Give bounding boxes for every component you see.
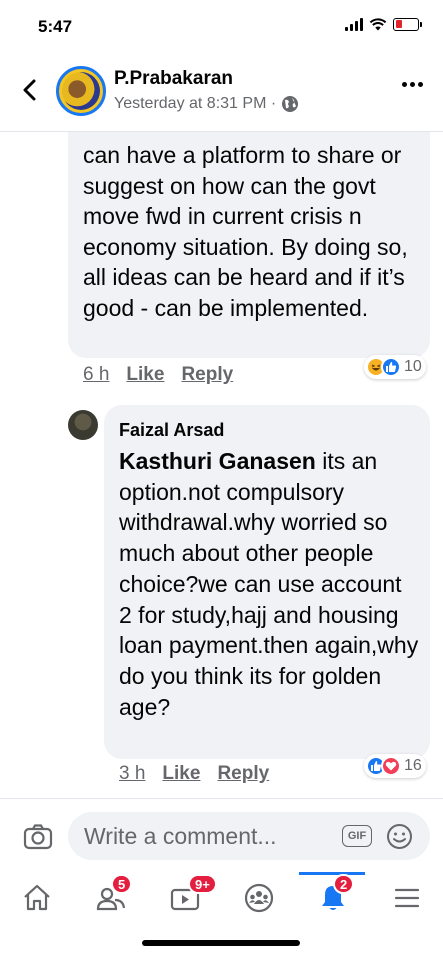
author-name[interactable]: P.Prabakaran	[114, 68, 233, 90]
comment-body: its an option.not compulsory withdrawal.…	[119, 448, 419, 720]
notifications-badge: 2	[333, 874, 355, 894]
watch-badge: 9+	[188, 874, 217, 894]
comment-time[interactable]: 6 h	[83, 364, 109, 386]
mention-link[interactable]: Kasthuri Ganasen	[119, 448, 316, 474]
camera-icon[interactable]	[22, 821, 54, 853]
gif-icon[interactable]: GIF	[342, 825, 372, 847]
comment-actions: 6 h Like Reply	[83, 364, 233, 386]
reaction-count: 16	[404, 757, 422, 774]
status-time: 5:47	[38, 17, 73, 36]
comment-time[interactable]: 3 h	[119, 763, 145, 785]
like-button[interactable]: Like	[162, 763, 200, 785]
menu-icon	[394, 888, 420, 908]
comment-placeholder: Write a comment...	[84, 822, 277, 849]
bottom-navigation: 5 9+ 2	[0, 872, 443, 960]
comment-author[interactable]: Faizal Arsad	[119, 420, 224, 441]
comment-actions: 3 h Like Reply	[119, 763, 269, 785]
nav-menu[interactable]	[370, 872, 443, 924]
nav-home[interactable]	[0, 872, 74, 924]
wifi-icon	[369, 18, 387, 31]
reaction-summary[interactable]: 16	[364, 754, 426, 778]
comment-text: can have a platform to share or suggest …	[83, 142, 408, 321]
like-reaction-icon	[381, 357, 401, 377]
nav-groups[interactable]	[222, 872, 296, 924]
nav-notifications[interactable]: 2	[296, 872, 370, 924]
author-avatar[interactable]	[56, 66, 106, 116]
reaction-count: 10	[404, 358, 422, 375]
home-icon	[24, 884, 50, 911]
commenter-avatar[interactable]	[68, 410, 98, 440]
comment-bubble: can have a platform to share or suggest …	[68, 110, 430, 358]
comment-composer: Write a comment... GIF	[0, 798, 443, 872]
post-header: P.Prabakaran Yesterday at 8:31 PM ·	[0, 56, 443, 132]
globe-icon	[282, 96, 299, 112]
comment-bubble: Faizal Arsad Kasthuri Ganasen its an opt…	[104, 405, 430, 759]
battery-icon	[393, 17, 422, 31]
reaction-summary[interactable]: 10	[364, 355, 426, 379]
comment-input[interactable]: Write a comment...	[68, 812, 430, 860]
friends-badge: 5	[111, 874, 133, 894]
more-options-icon[interactable]	[402, 82, 423, 87]
cellular-signal-icon	[345, 17, 363, 31]
comment-text: Kasthuri Ganasen its an option.not compu…	[119, 446, 419, 722]
post-timestamp[interactable]: Yesterday at 8:31 PM ·	[114, 95, 276, 113]
post-meta: Yesterday at 8:31 PM ·	[114, 95, 299, 113]
nav-friends[interactable]: 5	[74, 872, 148, 924]
love-reaction-icon	[381, 756, 401, 776]
nav-watch[interactable]: 9+	[148, 872, 222, 924]
status-icons	[345, 17, 422, 31]
emoji-icon[interactable]	[386, 823, 413, 850]
back-icon[interactable]	[14, 74, 46, 106]
home-indicator	[142, 940, 300, 946]
reply-button[interactable]: Reply	[181, 364, 233, 386]
reply-button[interactable]: Reply	[217, 763, 269, 785]
groups-icon	[244, 883, 274, 913]
status-bar: 5:47	[0, 0, 443, 56]
like-button[interactable]: Like	[126, 364, 164, 386]
